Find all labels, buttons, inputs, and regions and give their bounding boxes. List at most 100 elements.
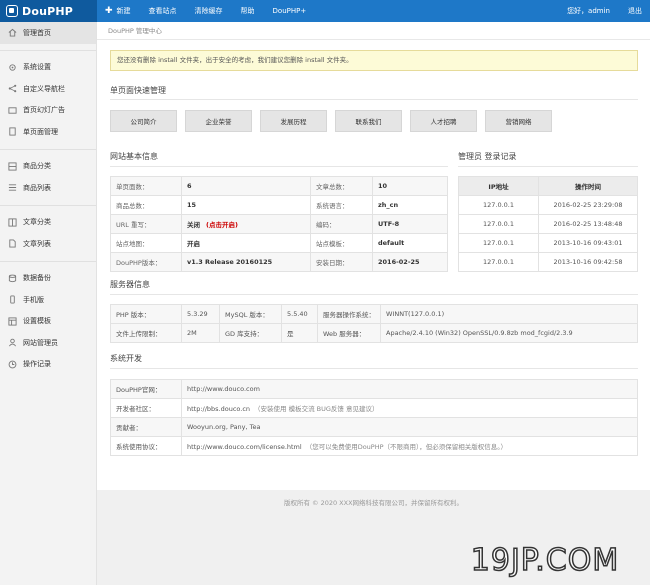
cell-value: http://www.douco.com bbox=[181, 379, 638, 399]
cell-value: v1.3 Release 20160125 bbox=[181, 252, 311, 272]
gear-icon bbox=[8, 63, 17, 72]
sidebar-item-template[interactable]: 设置模板 bbox=[0, 311, 96, 333]
cell-note: （您可以免费使用DouPHP（不限商用），但必须保留相关版权信息。） bbox=[305, 443, 508, 451]
user-icon bbox=[8, 338, 17, 347]
logout-link[interactable]: 退出 bbox=[628, 6, 642, 16]
cell-value: 开启 bbox=[181, 233, 311, 253]
cell-label: 贡献者： bbox=[110, 417, 182, 437]
cell-label: URL 重写： bbox=[110, 214, 182, 234]
server-info-table: PHP 版本： 5.3.29 MySQL 版本： 5.5.40 服务器操作系统：… bbox=[110, 304, 638, 343]
cell-value: default bbox=[372, 233, 448, 253]
sidebar-item-label: 文章列表 bbox=[23, 239, 51, 248]
quick-button-network[interactable]: 营销网络 bbox=[485, 110, 552, 132]
cell-ip: 127.0.0.1 bbox=[458, 252, 539, 272]
sidebar: 管理首页 系统设置 自定义导航栏 首页幻灯广告 单页面管理 商品分类 商品列表 … bbox=[0, 22, 97, 585]
section-divider bbox=[110, 368, 638, 369]
quick-button-history[interactable]: 发展历程 bbox=[260, 110, 327, 132]
cell-time: 2013-10-16 09:42:58 bbox=[538, 252, 638, 272]
column-header: IP地址 bbox=[458, 176, 539, 196]
sysdev-table: DouPHP官网： http://www.douco.com 开发者社区： ht… bbox=[110, 379, 638, 456]
quick-button-contact[interactable]: 联系我们 bbox=[335, 110, 402, 132]
quick-button-jobs[interactable]: 人才招聘 bbox=[410, 110, 477, 132]
cell-value: 15 bbox=[181, 195, 311, 215]
cell-label: 系统使用协议： bbox=[110, 436, 182, 456]
table-row: DouPHP版本： v1.3 Release 20160125 安装日期： 20… bbox=[110, 252, 448, 272]
table-row: 贡献者： Wooyun.org, Pany, Tea bbox=[110, 417, 638, 437]
sidebar-item-nav[interactable]: 自定义导航栏 bbox=[0, 78, 96, 100]
cell-value: 5.3.29 bbox=[181, 304, 220, 324]
new-label: 新建 bbox=[116, 7, 131, 15]
sidebar-item-label: 系统设置 bbox=[23, 63, 51, 72]
cell-value: 是 bbox=[281, 323, 318, 343]
sidebar-item-mobile[interactable]: 手机版 bbox=[0, 289, 96, 311]
url-rewrite-status: 关闭 bbox=[187, 221, 200, 229]
install-warning: 您还没有删除 install 文件夹，出于安全的考虑，我们建议您删除 insta… bbox=[110, 50, 638, 71]
cell-time: 2016-02-25 23:29:08 bbox=[538, 195, 638, 215]
table-row: 127.0.0.1 2016-02-25 13:48:48 bbox=[458, 214, 638, 234]
douphp-plus-link[interactable]: DouPHP+ bbox=[273, 7, 307, 15]
clear-cache-link[interactable]: 清除缓存 bbox=[195, 6, 223, 16]
sidebar-item-label: 商品列表 bbox=[23, 183, 51, 192]
section-divider bbox=[110, 99, 638, 100]
cell-label: 开发者社区： bbox=[110, 398, 182, 418]
sidebar-item-admins[interactable]: 网站管理员 bbox=[0, 332, 96, 354]
view-site-link[interactable]: 查看站点 bbox=[149, 6, 177, 16]
section-divider bbox=[458, 166, 638, 167]
table-row: 127.0.0.1 2013-10-16 09:43:01 bbox=[458, 233, 638, 253]
community-link[interactable]: http://bbs.douco.cn bbox=[187, 405, 250, 413]
cell-value: http://www.douco.com/license.html （您可以免费使… bbox=[181, 436, 638, 456]
sidebar-item-log[interactable]: 操作记录 bbox=[0, 354, 96, 376]
sidebar-item-slides[interactable]: 首页幻灯广告 bbox=[0, 100, 96, 122]
contributors-value: Wooyun.org, Pany, Tea bbox=[187, 423, 261, 431]
cell-value: 10 bbox=[372, 176, 448, 196]
sidebar-item-label: 操作记录 bbox=[23, 360, 51, 369]
cell-value: UTF-8 bbox=[372, 214, 448, 234]
quick-button-honor[interactable]: 企业荣誉 bbox=[185, 110, 252, 132]
cell-note: （安装使用 模板交流 BUG反馈 意见建议） bbox=[254, 405, 379, 413]
cell-value: 关闭 (点击开启) bbox=[181, 214, 311, 234]
cell-label: 站点模板： bbox=[310, 233, 373, 253]
cell-label: 单页面数： bbox=[110, 176, 182, 196]
table-row: 单页面数： 6 文章总数： 10 bbox=[110, 176, 448, 196]
sidebar-item-label: 单页面管理 bbox=[23, 127, 58, 136]
home-icon bbox=[8, 28, 17, 37]
admin-log-title: 管理员 登录记录 bbox=[458, 152, 517, 161]
cell-label: 编码： bbox=[310, 214, 373, 234]
cell-label: 商品总数： bbox=[110, 195, 182, 215]
quick-button-company[interactable]: 公司简介 bbox=[110, 110, 177, 132]
table-row: 文件上传限制： 2M GD 库支持： 是 Web 服务器： Apache/2.4… bbox=[110, 323, 638, 343]
sidebar-item-article-category[interactable]: 文章分类 bbox=[0, 212, 96, 234]
table-row: 站点地图： 开启 站点模板： default bbox=[110, 233, 448, 253]
sidebar-item-label: 首页幻灯广告 bbox=[23, 106, 65, 115]
cell-label: 文件上传限制： bbox=[110, 323, 182, 343]
sidebar-divider bbox=[0, 199, 96, 206]
new-button[interactable]: ✚ 新建 bbox=[105, 6, 131, 16]
breadcrumb: DouPHP 管理中心 bbox=[97, 22, 650, 40]
sidebar-item-product-category[interactable]: 商品分类 bbox=[0, 156, 96, 178]
sidebar-item-backup[interactable]: 数据备份 bbox=[0, 268, 96, 290]
sidebar-item-article-list[interactable]: 文章列表 bbox=[0, 233, 96, 255]
help-link[interactable]: 帮助 bbox=[241, 6, 255, 16]
official-site-link[interactable]: http://www.douco.com bbox=[187, 385, 260, 393]
sidebar-item-pages[interactable]: 单页面管理 bbox=[0, 121, 96, 143]
sidebar-item-product-list[interactable]: 商品列表 bbox=[0, 177, 96, 199]
enable-rewrite-link[interactable]: (点击开启) bbox=[206, 221, 238, 229]
cell-label: 系统语言： bbox=[310, 195, 373, 215]
sidebar-divider bbox=[0, 143, 96, 150]
sidebar-item-home[interactable]: 管理首页 bbox=[0, 22, 96, 44]
list-icon bbox=[8, 183, 17, 192]
page-icon bbox=[8, 127, 17, 136]
sidebar-item-label: 数据备份 bbox=[23, 274, 51, 283]
table-header-row: IP地址 操作时间 bbox=[458, 176, 638, 196]
footer-copyright: 版权所有 © 2020 XXX网络科技有限公司，并保留所有权利。 bbox=[283, 499, 464, 507]
user-greeting[interactable]: 您好，admin bbox=[567, 6, 610, 16]
doc-icon bbox=[8, 239, 17, 248]
sidebar-item-settings[interactable]: 系统设置 bbox=[0, 57, 96, 79]
cell-label: 安装日期： bbox=[310, 252, 373, 272]
logo[interactable]: DouPHP bbox=[0, 0, 97, 22]
license-link[interactable]: http://www.douco.com/license.html bbox=[187, 443, 302, 451]
database-icon bbox=[8, 274, 17, 283]
cell-time: 2013-10-16 09:43:01 bbox=[538, 233, 638, 253]
plus-icon: ✚ bbox=[105, 6, 113, 16]
cell-ip: 127.0.0.1 bbox=[458, 195, 539, 215]
